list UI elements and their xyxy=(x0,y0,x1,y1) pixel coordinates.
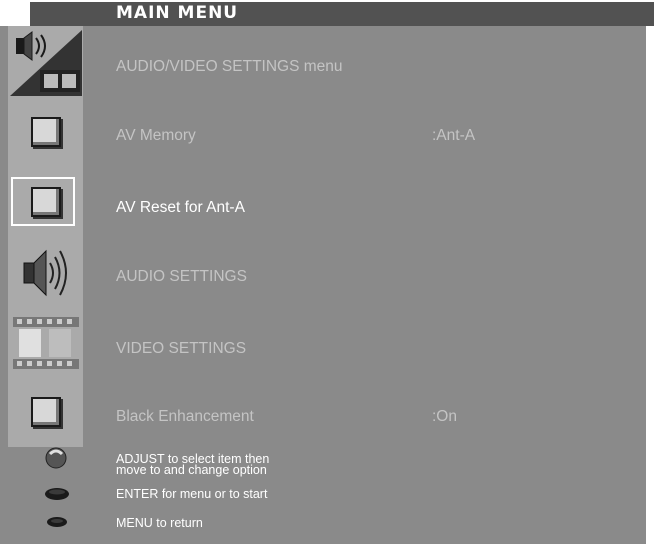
menu-item-av-reset[interactable]: AV Reset for Ant-A xyxy=(116,199,245,217)
help-enter: ENTER for menu or to start xyxy=(116,487,268,501)
osd-main-menu: MAIN MENU AUDIO/VIDEO SETTINGS menu AV M… xyxy=(0,0,654,552)
enter-button-icon xyxy=(45,488,69,500)
menu-panel xyxy=(0,26,646,544)
menu-item-audio-settings[interactable]: AUDIO SETTINGS xyxy=(116,268,247,286)
adjust-knob-icon xyxy=(45,447,67,469)
title-bar: MAIN MENU xyxy=(30,2,654,26)
menu-item-black-enhancement[interactable]: Black Enhancement xyxy=(116,408,254,426)
square-icon xyxy=(8,178,83,226)
film-icon xyxy=(8,310,83,376)
menu-title: MAIN MENU xyxy=(116,3,239,23)
square-icon xyxy=(8,108,83,156)
help-menu: MENU to return xyxy=(116,516,203,530)
menu-value-black-enhancement: :On xyxy=(432,408,457,425)
square-icon xyxy=(8,388,83,436)
speaker-icon xyxy=(8,240,83,306)
speaker-film-icon xyxy=(8,28,83,98)
menu-item-video-settings[interactable]: VIDEO SETTINGS xyxy=(116,340,246,358)
help-adjust-line2: move to and change option xyxy=(116,463,267,477)
menu-item-av-memory[interactable]: AV Memory xyxy=(116,127,196,145)
menu-value-av-memory: :Ant-A xyxy=(432,127,476,144)
menu-button-icon xyxy=(47,517,67,527)
menu-item-audio-video-settings[interactable]: AUDIO/VIDEO SETTINGS menu xyxy=(116,58,343,76)
